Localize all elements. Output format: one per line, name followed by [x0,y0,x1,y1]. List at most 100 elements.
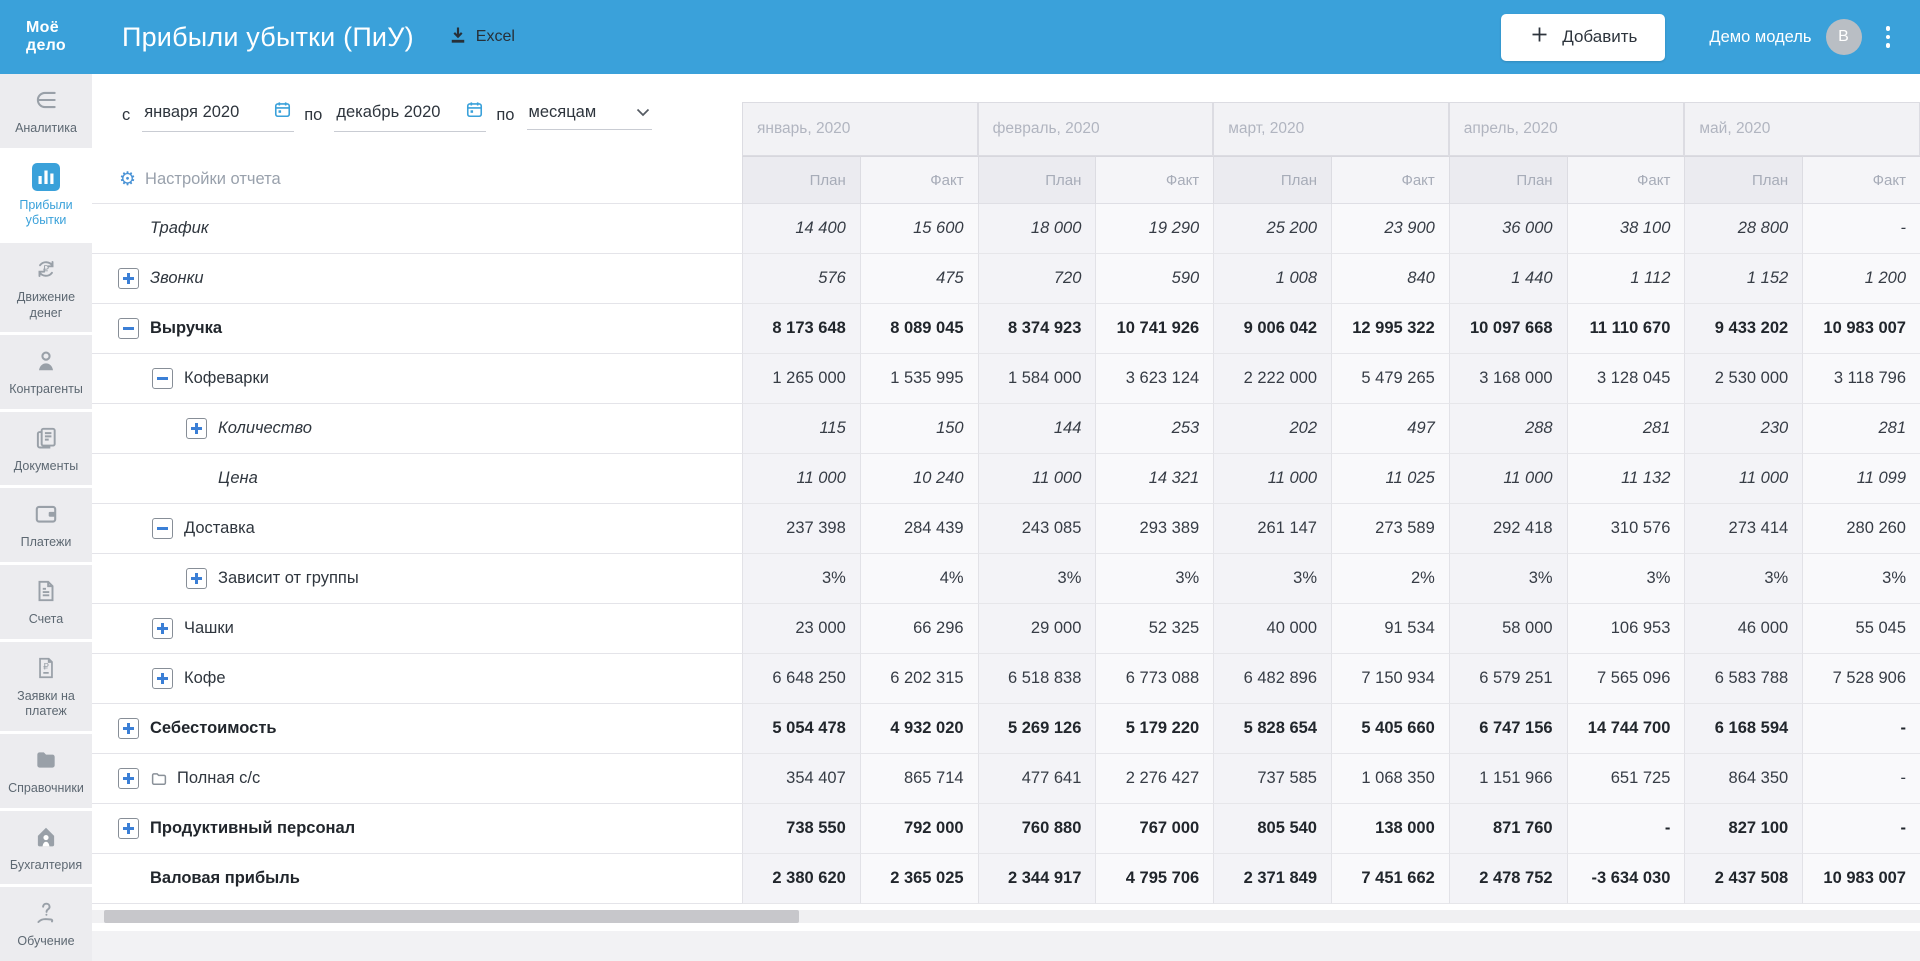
value-cell[interactable]: 273 414 [1684,504,1803,554]
value-cell[interactable]: 737 585 [1213,754,1331,804]
value-cell[interactable]: 865 714 [859,754,978,804]
value-cell[interactable]: 58 000 [1448,604,1567,654]
value-cell[interactable]: 1 008 [1213,254,1331,304]
value-cell[interactable]: 8 173 648 [742,304,860,354]
value-cell[interactable]: 1 440 [1448,254,1567,304]
value-cell[interactable]: 28 800 [1684,204,1803,254]
value-cell[interactable]: 281 [1802,404,1920,454]
value-cell[interactable]: 15 600 [859,204,978,254]
value-cell[interactable]: 2 380 620 [742,854,860,904]
value-cell[interactable]: 354 407 [742,754,860,804]
value-cell[interactable]: 3 128 045 [1566,354,1685,404]
value-cell[interactable]: 2% [1331,554,1449,604]
value-cell[interactable]: 115 [742,404,860,454]
value-cell[interactable]: 1 152 [1684,254,1803,304]
value-cell[interactable]: 2 371 849 [1213,854,1331,904]
sidebar-item-invoices[interactable]: Счета [0,565,92,639]
calendar-icon[interactable] [273,100,292,124]
value-cell[interactable]: 5 179 220 [1095,704,1214,754]
value-cell[interactable]: - [1802,804,1920,854]
value-cell[interactable]: 11 025 [1331,454,1449,504]
sidebar-item-cash-flow[interactable]: ₽ Движение денег [0,242,92,333]
expand-plus-icon[interactable] [186,418,207,439]
value-cell[interactable]: 40 000 [1213,604,1331,654]
value-cell[interactable]: 827 100 [1684,804,1803,854]
value-cell[interactable]: 805 540 [1213,804,1331,854]
period-from-input[interactable]: января 2020 [142,98,295,132]
value-cell[interactable]: 2 276 427 [1095,754,1214,804]
value-cell[interactable]: 738 550 [742,804,860,854]
value-cell[interactable]: 3% [1095,554,1214,604]
sidebar-item-contractors[interactable]: Контрагенты [0,335,92,409]
value-cell[interactable]: 150 [859,404,978,454]
value-cell[interactable]: 4% [859,554,978,604]
group-by-select[interactable]: месяцам [526,101,652,130]
value-cell[interactable]: 2 365 025 [859,854,978,904]
value-cell[interactable]: 38 100 [1566,204,1685,254]
value-cell[interactable]: 6 648 250 [742,654,860,704]
value-cell[interactable]: 840 [1331,254,1449,304]
collapse-minus-icon[interactable] [118,318,139,339]
value-cell[interactable]: 23 000 [742,604,860,654]
value-cell[interactable]: 6 583 788 [1684,654,1803,704]
value-cell[interactable]: 144 [977,404,1096,454]
value-cell[interactable]: 237 398 [742,504,860,554]
expand-plus-icon[interactable] [152,668,173,689]
value-cell[interactable]: 284 439 [859,504,978,554]
value-cell[interactable]: 3 168 000 [1448,354,1567,404]
value-cell[interactable]: 4 795 706 [1095,854,1214,904]
calendar-icon[interactable] [465,100,484,124]
sidebar-item-education[interactable]: Обучение [0,887,92,961]
value-cell[interactable]: 1 535 995 [859,354,978,404]
value-cell[interactable]: 7 528 906 [1802,654,1920,704]
value-cell[interactable]: 12 995 322 [1331,304,1449,354]
value-cell[interactable]: 310 576 [1566,504,1685,554]
value-cell[interactable]: 7 451 662 [1331,854,1449,904]
value-cell[interactable]: 288 [1448,404,1567,454]
sidebar-item-documents[interactable]: Документы [0,411,92,486]
value-cell[interactable]: 1 112 [1566,254,1685,304]
value-cell[interactable]: 10 741 926 [1095,304,1214,354]
expand-plus-icon[interactable] [118,818,139,839]
expand-plus-icon[interactable] [118,268,139,289]
value-cell[interactable]: 6 579 251 [1448,654,1567,704]
value-cell[interactable]: 293 389 [1095,504,1214,554]
value-cell[interactable]: 2 344 917 [977,854,1096,904]
value-cell[interactable]: 5 269 126 [977,704,1096,754]
value-cell[interactable]: 5 479 265 [1331,354,1449,404]
value-cell[interactable]: 1 068 350 [1331,754,1449,804]
value-cell[interactable]: 273 589 [1331,504,1449,554]
value-cell[interactable]: 8 374 923 [977,304,1096,354]
value-cell[interactable]: 3 623 124 [1095,354,1214,404]
report-settings-button[interactable]: ⚙ Настройки отчета [92,156,742,204]
expand-plus-icon[interactable] [152,618,173,639]
value-cell[interactable]: 8 089 045 [859,304,978,354]
value-cell[interactable]: 871 760 [1448,804,1567,854]
value-cell[interactable]: 497 [1331,404,1449,454]
value-cell[interactable]: 281 [1566,404,1685,454]
app-logo[interactable]: Моё дело [26,19,66,54]
value-cell[interactable]: 9 006 042 [1213,304,1331,354]
value-cell[interactable]: 9 433 202 [1684,304,1803,354]
value-cell[interactable]: - [1802,704,1920,754]
value-cell[interactable]: 6 482 896 [1213,654,1331,704]
value-cell[interactable]: 3% [1802,554,1920,604]
horizontal-scrollbar[interactable] [92,910,1920,923]
value-cell[interactable]: 3% [1448,554,1567,604]
value-cell[interactable]: 11 000 [1448,454,1567,504]
value-cell[interactable]: 5 405 660 [1331,704,1449,754]
avatar[interactable]: B [1825,19,1862,55]
value-cell[interactable]: 106 953 [1566,604,1685,654]
value-cell[interactable]: 138 000 [1331,804,1449,854]
account-name[interactable]: Демо модель [1709,28,1811,47]
add-button[interactable]: Добавить [1501,13,1666,61]
value-cell[interactable]: 11 000 [1213,454,1331,504]
value-cell[interactable]: 46 000 [1684,604,1803,654]
value-cell[interactable]: 261 147 [1213,504,1331,554]
sidebar-item-profit-loss[interactable]: Прибыли убытки [0,150,92,240]
value-cell[interactable]: 6 747 156 [1448,704,1567,754]
value-cell[interactable]: 2 478 752 [1448,854,1567,904]
value-cell[interactable]: 792 000 [859,804,978,854]
value-cell[interactable]: 253 [1095,404,1214,454]
value-cell[interactable]: 7 565 096 [1566,654,1685,704]
